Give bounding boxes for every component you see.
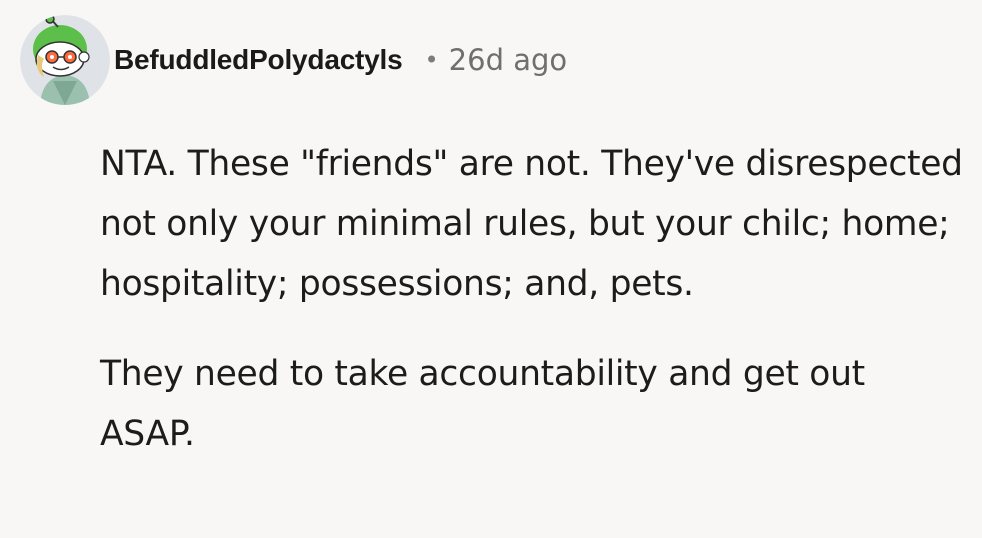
snoo-avatar-icon (20, 15, 110, 105)
comment: BefuddledPolydactyls • 26d ago NTA. Thes… (0, 0, 982, 538)
comment-timestamp[interactable]: 26d ago (449, 43, 567, 77)
meta-separator: • (424, 46, 439, 74)
comment-body: NTA. These "friends" are not. They've di… (100, 134, 970, 464)
author-username[interactable]: BefuddledPolydactyls (114, 44, 403, 76)
comment-paragraph: NTA. These "friends" are not. They've di… (100, 144, 963, 304)
avatar[interactable] (20, 15, 110, 105)
comment-header: BefuddledPolydactyls • 26d ago (20, 10, 567, 110)
comment-paragraph: They need to take accountability and get… (100, 354, 865, 454)
